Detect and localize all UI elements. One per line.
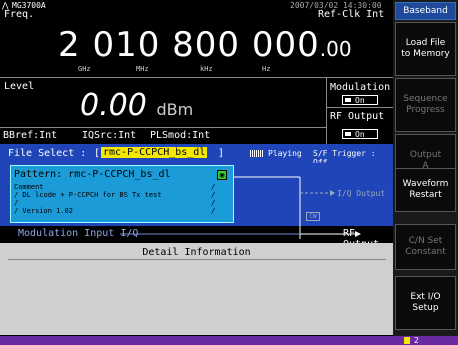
main-screen: ⋀ MG3700A 2007/03/02 14:30:00 Freq. Ref-… xyxy=(0,0,393,345)
divider xyxy=(0,77,393,78)
arrow-icon xyxy=(330,190,335,196)
softkey-load-file[interactable]: Load File to Memory xyxy=(395,22,456,76)
bracket-left: [ xyxy=(94,148,101,159)
rf-output-label: RF Output xyxy=(330,111,385,122)
file-select-value[interactable]: rmc-P-CCPCH_bs_dl xyxy=(101,147,208,158)
bbref-status: BBref:Int xyxy=(3,130,58,141)
level-label: Level xyxy=(4,81,35,92)
iqsrc-status: IQSrc:Int xyxy=(82,130,137,141)
bottom-status-bar: 2 xyxy=(0,336,458,345)
softkey-ext-io-setup[interactable]: Ext I/O Setup xyxy=(395,276,456,330)
unit-hz: Hz xyxy=(262,65,271,73)
modulation-label: Modulation xyxy=(330,82,391,93)
iq-output-label: I/Q Output xyxy=(337,189,386,198)
frequency-value[interactable]: 2 010 800 000.00 xyxy=(58,25,352,65)
modulation-state: On xyxy=(355,96,365,105)
unit-khz: kHz xyxy=(200,65,213,73)
frequency-fraction: .00 xyxy=(319,37,352,61)
freq-label: Freq. xyxy=(4,9,35,20)
frequency-main: 2 010 800 000 xyxy=(58,25,320,65)
rf-output-state: On xyxy=(355,130,365,139)
divider xyxy=(326,107,393,108)
page-indicator-icon xyxy=(404,337,410,344)
divider xyxy=(326,78,327,144)
softkey-menu-title: Baseband xyxy=(395,2,456,20)
softkey-cn-set-constant[interactable]: C/N Set Constant xyxy=(395,224,456,270)
cw-label: CW xyxy=(306,212,320,221)
toggle-indicator-icon xyxy=(345,98,351,102)
divider xyxy=(0,127,326,128)
refclk-status: Ref-Clk Int xyxy=(318,9,385,20)
modulation-toggle[interactable]: On xyxy=(342,95,378,105)
detail-panel: Detail Information xyxy=(0,243,393,335)
rf-output-toggle[interactable]: On xyxy=(342,129,378,139)
bracket-right: ] xyxy=(218,148,225,159)
softkey-panel: Baseband Load File to Memory Sequence Pr… xyxy=(393,0,458,345)
level-value-group[interactable]: 0.00 dBm xyxy=(80,88,193,123)
plsmod-status: PLSmod:Int xyxy=(150,130,211,141)
unit-ghz: GHz xyxy=(78,65,91,73)
softkey-sequence-progress[interactable]: Sequence Progress xyxy=(395,78,456,132)
unit-mhz: MHz xyxy=(136,65,149,73)
page-indicator: 2 xyxy=(414,336,419,345)
modulation-input-label: Modulation Input I/Q xyxy=(18,228,139,239)
toggle-indicator-icon xyxy=(345,132,351,136)
file-select-bar: File Select : [ rmc-P-CCPCH_bs_dl ] Play… xyxy=(0,144,393,167)
playing-indicator-icon xyxy=(250,150,264,157)
level-unit: dBm xyxy=(156,100,194,119)
softkey-waveform-restart[interactable]: Waveform Restart xyxy=(395,168,456,212)
file-select-label: File Select : xyxy=(8,148,87,159)
detail-title: Detail Information xyxy=(142,247,251,258)
level-value: 0.00 xyxy=(80,88,147,123)
playing-status: Playing xyxy=(268,149,302,158)
